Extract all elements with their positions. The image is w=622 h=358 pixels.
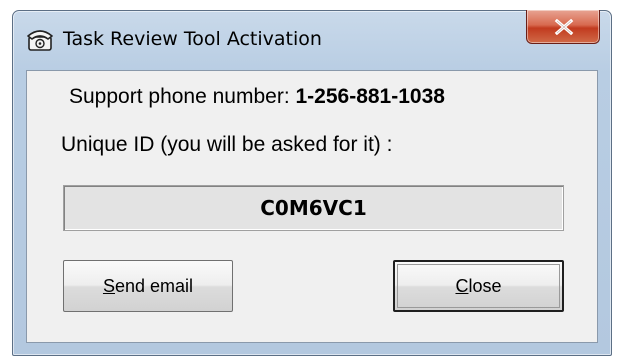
send-email-label: end email bbox=[114, 276, 194, 296]
send-email-button[interactable]: Send email bbox=[63, 260, 233, 312]
send-email-accelerator: S bbox=[102, 276, 115, 296]
telephone-icon bbox=[26, 25, 54, 53]
title-bar[interactable]: Task Review Tool Activation bbox=[13, 10, 611, 71]
support-phone-label: Support phone number: bbox=[69, 85, 296, 108]
activation-dialog: Task Review Tool Activation Support phon… bbox=[12, 10, 612, 356]
close-accelerator: C bbox=[455, 276, 469, 296]
close-icon bbox=[554, 19, 574, 35]
close-label: lose bbox=[468, 276, 502, 296]
close-button[interactable]: Close bbox=[393, 260, 564, 312]
unique-id-label: Unique ID (you will be asked for it) : bbox=[61, 133, 393, 156]
window-title: Task Review Tool Activation bbox=[63, 28, 322, 50]
dialog-content: Support phone number: 1-256-881-1038 Uni… bbox=[26, 70, 598, 343]
support-phone-line: Support phone number: 1-256-881-1038 bbox=[69, 85, 445, 109]
window-close-button[interactable] bbox=[526, 10, 600, 44]
unique-id-field[interactable]: C0M6VC1 bbox=[63, 185, 564, 231]
support-phone-number: 1-256-881-1038 bbox=[295, 85, 445, 108]
